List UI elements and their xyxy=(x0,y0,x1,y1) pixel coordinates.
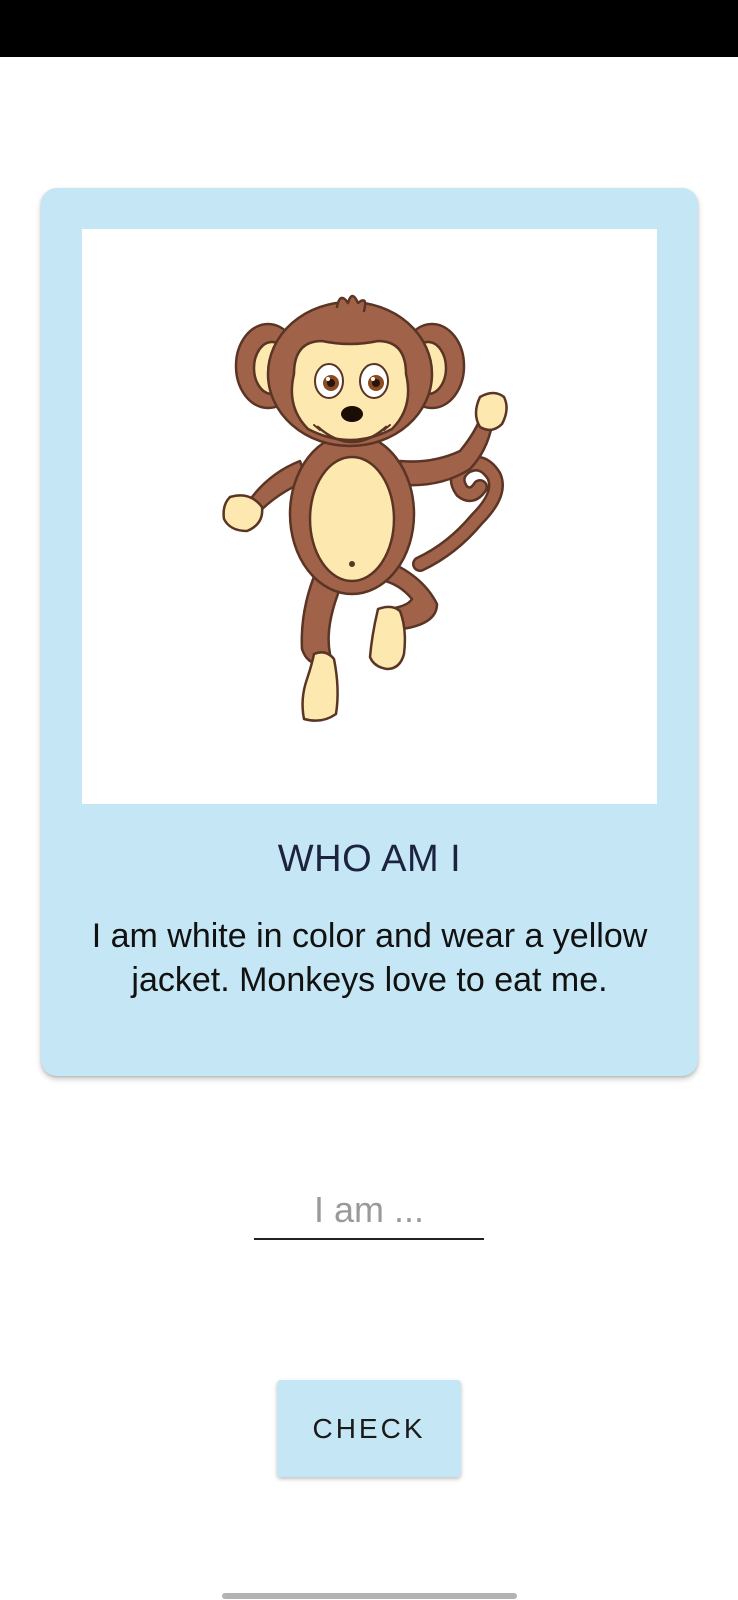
card-title: WHO AM I xyxy=(277,838,462,880)
riddle-image xyxy=(82,229,657,804)
status-bar xyxy=(0,0,738,57)
check-button[interactable]: CHECK xyxy=(277,1380,461,1477)
riddle-card: WHO AM I I am white in color and wear a … xyxy=(41,188,698,1076)
answer-input[interactable] xyxy=(254,1182,484,1240)
monkey-illustration xyxy=(222,294,508,722)
riddle-clue: I am white in color and wear a yellow ja… xyxy=(91,917,648,999)
home-indicator[interactable] xyxy=(222,1593,517,1599)
